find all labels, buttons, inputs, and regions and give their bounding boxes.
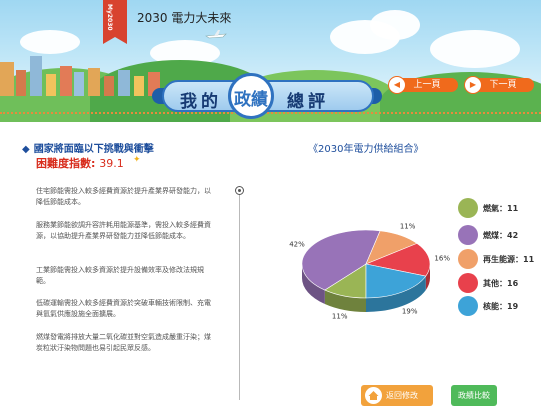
challenge-paragraph: 工業節能需投入較多資源於提升設備效率及修改法規規範。 [36, 266, 204, 285]
prev-page-label: 上一頁 [413, 80, 441, 90]
building-shape [30, 56, 42, 96]
building-shape [88, 68, 100, 96]
legend-item: 燃氣：11 [458, 198, 541, 218]
building-shape [60, 66, 72, 96]
pie-percent-label: 16% [434, 255, 450, 263]
cloud-shape [430, 30, 520, 68]
prev-page-button[interactable]: ◀ 上一頁 [388, 76, 458, 94]
pie-percent-label: 42% [289, 241, 305, 249]
legend-swatch [458, 273, 478, 293]
home-icon [365, 387, 382, 404]
legend-label: 燃氣：11 [483, 204, 519, 213]
dotted-divider [0, 112, 541, 118]
difficulty-value: 39.1 [99, 157, 124, 170]
diamond-icon: ◆ [22, 144, 30, 155]
building-shape [134, 76, 144, 96]
next-page-button[interactable]: ▶ 下一頁 [464, 76, 534, 94]
legend-item: 核能：19 [458, 296, 541, 316]
cloud-shape [20, 30, 80, 54]
legend-item: 再生能源：11 [458, 249, 541, 269]
header-banner: My2030 2030 電力大未來 我的 總評 政績 ◀ 上一頁 ▶ 下一頁 [0, 0, 541, 122]
heading-circle-text: 政績 [234, 90, 268, 110]
building-shape [0, 62, 14, 96]
my2030-tag: My2030 [103, 0, 127, 44]
building-shape [46, 74, 56, 96]
pie-percent-label: 11% [400, 222, 416, 230]
difficulty-label: 困難度指數: [36, 157, 96, 170]
legend-swatch [458, 198, 478, 218]
sparkle-icon: ✦ [133, 155, 141, 165]
building-shape [74, 72, 84, 96]
legend-swatch [458, 296, 478, 316]
pie-percent-label: 19% [402, 307, 418, 315]
back-to-edit-label: 返回修改 [386, 391, 418, 400]
heading-right: 總評 [287, 92, 329, 112]
difficulty-index: 困難度指數: 39.1 [36, 155, 124, 171]
heading-badge: 政績 [228, 73, 274, 119]
legend-swatch [458, 249, 478, 269]
building-shape [104, 76, 114, 96]
legend-label: 核能：19 [483, 302, 519, 311]
challenge-paragraph: 服務業節能欲調升容許耗用能源基準，需投入較多經費資源，以協助提升產業界研發能力並… [36, 221, 211, 240]
legend-label: 燃煤：42 [483, 231, 519, 240]
building-shape [118, 70, 130, 96]
challenge-paragraph: 住宅節能需投入較多經費資源於提升產業界研發能力，以降低節能成本。 [36, 187, 211, 206]
power-mix-pie-chart: 11% 42% 11% 16% 19% [289, 222, 450, 321]
legend-item: 燃煤：42 [458, 225, 541, 245]
building-shape [16, 70, 26, 96]
pie-percent-label: 11% [332, 313, 348, 321]
chart-title: 《2030年電力供給組合》 [308, 144, 424, 155]
challenge-paragraph: 燃煤發電將排放大量二氧化碳並對空氣造成嚴重汙染；煤炭粒狀汙染物問題也易引起民眾反… [36, 333, 211, 352]
arrow-left-icon: ◀ [388, 76, 406, 94]
legend-label: 再生能源：11 [483, 255, 535, 264]
legend-swatch [458, 225, 478, 245]
arrow-right-icon: ▶ [464, 76, 482, 94]
section-title-text: 國家將面臨以下挑戰與衝擊 [33, 144, 154, 155]
heading-left: 我的 [180, 92, 222, 112]
compare-label: 政績比較 [458, 391, 490, 400]
challenge-paragraph: 低碳運輸需投入較多經費資源於突破車輛技術限制、充電與氫氣供應設施全面擴展。 [36, 299, 211, 318]
section-title: ◆ 國家將面臨以下挑戰與衝擊 [22, 140, 154, 155]
app-title: 2030 電力大未來 [137, 11, 232, 25]
scroll-handle[interactable] [235, 186, 244, 195]
top-bar [0, 0, 541, 32]
scroll-track[interactable] [239, 190, 240, 400]
compare-button[interactable]: 政績比較 [451, 385, 497, 406]
back-to-edit-button[interactable]: 返回修改 [361, 385, 433, 406]
next-page-label: 下一頁 [489, 80, 517, 90]
legend-item: 其他：16 [458, 273, 541, 293]
legend-label: 其他：16 [483, 279, 519, 288]
